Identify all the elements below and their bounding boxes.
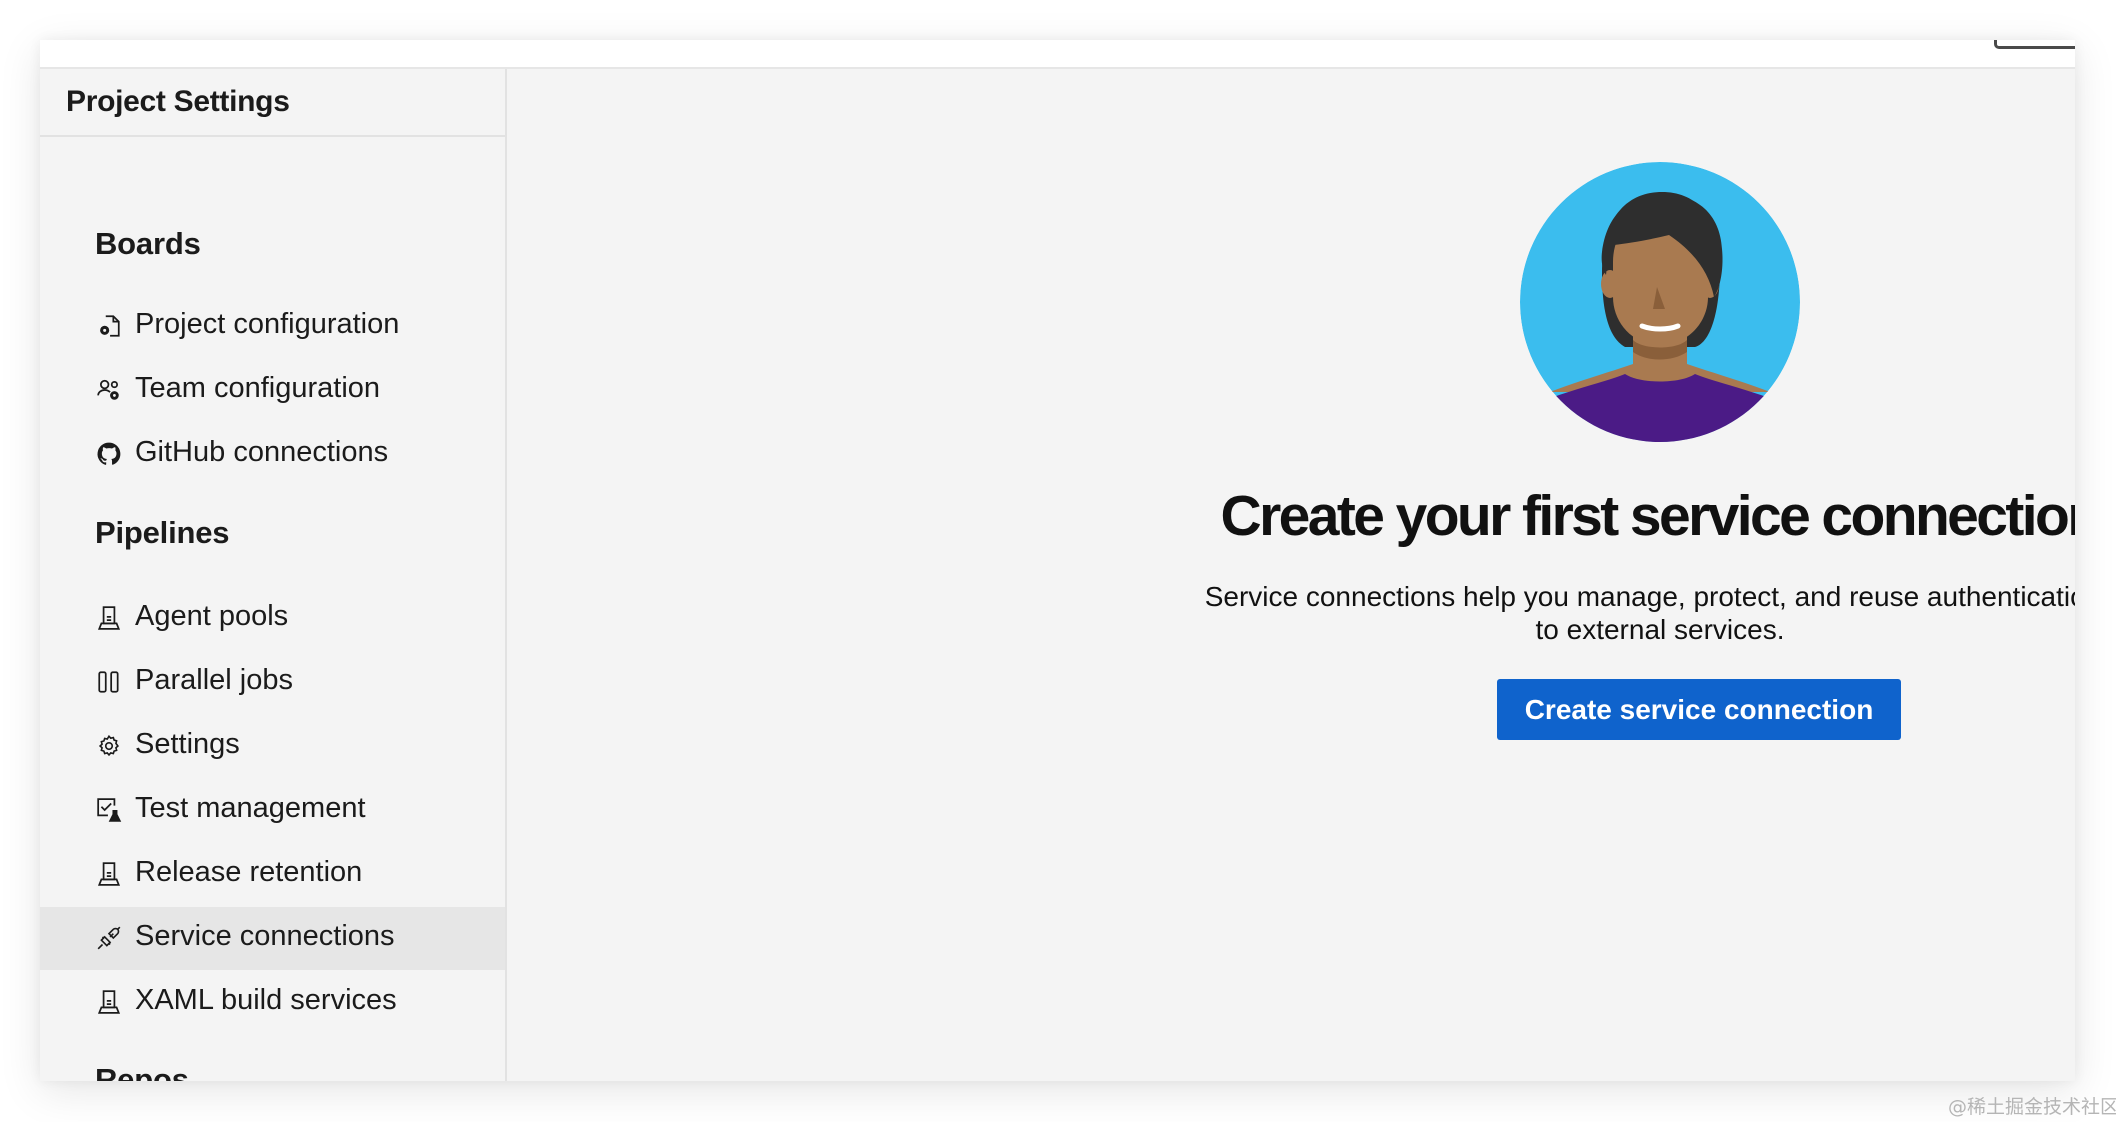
- gear-icon: [95, 732, 123, 760]
- sidebar-header: Project Settings: [40, 69, 505, 137]
- sidebar-item-parallel-jobs[interactable]: Parallel jobs: [40, 651, 505, 714]
- sidebar-item-label: Parallel jobs: [135, 664, 293, 696]
- sidebar: Project Settings Boards Project configur…: [40, 69, 507, 1081]
- sidebar-item-label: Team configuration: [135, 372, 381, 404]
- top-bar-control[interactable]: [1994, 40, 2075, 49]
- sidebar-item-label: Release retention: [135, 856, 363, 888]
- github-icon: [95, 440, 123, 468]
- sidebar-item-test-management[interactable]: Test management: [40, 779, 505, 842]
- sidebar-item-service-connections[interactable]: Service connections: [40, 907, 505, 970]
- main-panel: Create your first service connection Ser…: [507, 69, 2075, 1081]
- section-pipelines: Pipelines: [95, 515, 230, 550]
- agent-pool-icon: [95, 604, 123, 632]
- sidebar-item-label: Service connections: [135, 920, 395, 952]
- sidebar-item-label: XAML build services: [135, 984, 397, 1016]
- sidebar-item-label: Settings: [135, 728, 240, 760]
- parallel-jobs-icon: [95, 668, 123, 696]
- sidebar-item-project-configuration[interactable]: Project configuration: [40, 295, 505, 358]
- sidebar-item-team-configuration[interactable]: Team configuration: [40, 359, 505, 422]
- sidebar-item-release-retention[interactable]: Release retention: [40, 843, 505, 906]
- sidebar-title: Project Settings: [66, 85, 290, 118]
- section-boards: Boards: [95, 226, 201, 261]
- empty-state: Create your first service connection Ser…: [507, 69, 2075, 1081]
- sidebar-item-label: GitHub connections: [135, 436, 389, 468]
- test-management-icon: [95, 796, 123, 824]
- sidebar-item-label: Project configuration: [135, 308, 400, 340]
- sidebar-item-agent-pools[interactable]: Agent pools: [40, 587, 505, 650]
- sidebar-item-settings[interactable]: Settings: [40, 715, 505, 778]
- agent-pool-icon: [95, 988, 123, 1016]
- sidebar-item-github-connections[interactable]: GitHub connections: [40, 423, 505, 486]
- section-repos: Repos: [95, 1062, 189, 1081]
- agent-pool-icon: [95, 860, 123, 888]
- watermark: @稀土掘金技术社区: [1948, 1096, 2116, 1118]
- sidebar-item-xaml-build-services[interactable]: XAML build services: [40, 971, 505, 1034]
- plug-icon: [95, 924, 123, 952]
- sidebar-item-label: Test management: [135, 792, 366, 824]
- avatar-illustration: [1520, 162, 1800, 442]
- project-config-icon: [95, 312, 123, 340]
- app-window: Project Settings Boards Project configur…: [40, 40, 2075, 1081]
- description-line-2: to external services.: [1535, 614, 1785, 645]
- empty-state-description: Service connections help you manage, pro…: [507, 580, 2075, 646]
- sidebar-item-label: Agent pools: [135, 600, 289, 632]
- create-service-connection-button[interactable]: Create service connection: [1497, 679, 1901, 740]
- top-bar: [40, 40, 2075, 69]
- team-config-icon: [95, 376, 123, 404]
- description-line-1: Service connections help you manage, pro…: [1204, 581, 2075, 612]
- empty-state-heading: Create your first service connection: [1220, 484, 2075, 548]
